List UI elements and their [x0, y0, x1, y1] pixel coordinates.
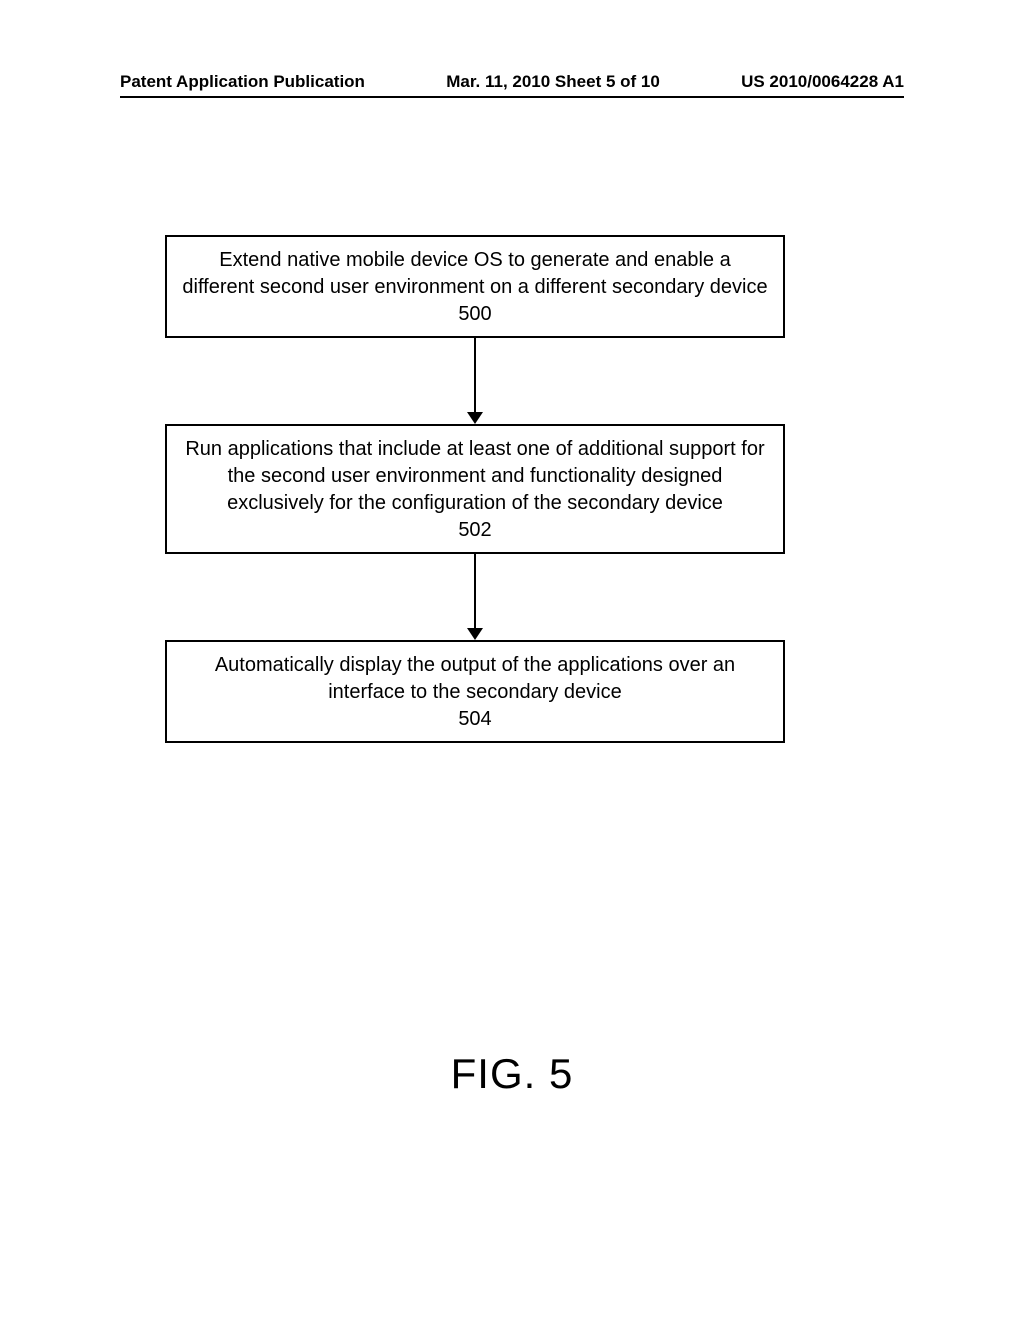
- header-left: Patent Application Publication: [120, 72, 365, 92]
- flow-arrow: [165, 554, 785, 640]
- flow-arrow: [165, 338, 785, 424]
- page: Patent Application Publication Mar. 11, …: [0, 0, 1024, 1320]
- arrow-down-icon: [467, 628, 483, 640]
- figure-label: FIG. 5: [0, 1050, 1024, 1098]
- flow-step-text: Run applications that include at least o…: [181, 436, 769, 517]
- flow-step-ref: 504: [181, 706, 769, 733]
- flow-step-502: Run applications that include at least o…: [165, 424, 785, 554]
- arrow-stem: [474, 338, 476, 414]
- flow-step-ref: 500: [181, 301, 769, 328]
- flow-step-ref: 502: [181, 517, 769, 544]
- flow-step-500: Extend native mobile device OS to genera…: [165, 235, 785, 338]
- flow-step-text: Automatically display the output of the …: [181, 652, 769, 706]
- page-header: Patent Application Publication Mar. 11, …: [120, 72, 904, 92]
- header-middle: Mar. 11, 2010 Sheet 5 of 10: [446, 72, 660, 92]
- header-rule: [120, 96, 904, 98]
- arrow-stem: [474, 554, 476, 630]
- flow-step-504: Automatically display the output of the …: [165, 640, 785, 743]
- arrow-down-icon: [467, 412, 483, 424]
- flow-step-text: Extend native mobile device OS to genera…: [181, 247, 769, 301]
- header-right: US 2010/0064228 A1: [741, 72, 904, 92]
- flowchart: Extend native mobile device OS to genera…: [165, 235, 785, 743]
